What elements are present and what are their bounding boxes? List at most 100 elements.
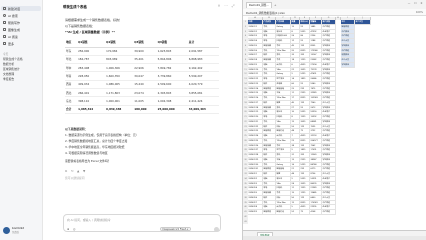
attach-icon[interactable]: ⊕	[67, 227, 69, 231]
model-selector[interactable]: Deepseek-V4 Flash ▾	[160, 226, 191, 231]
file-tab[interactable]: Demo01_销售...	[246, 1, 272, 8]
book-icon	[3, 35, 6, 38]
table-row: 东北 398,110 1,000,001 11,005 1,002,308 2,411,4…	[65, 96, 219, 106]
table-cell: 华中	[65, 63, 78, 73]
thumbs-down-icon[interactable]: ▼	[83, 170, 86, 173]
table-cell: 2,091,587	[187, 47, 219, 56]
assistant-message: 请根据需求生成一个销售数据表格，好的！	[65, 18, 123, 22]
table-total-row: 合计 1,985,322 6,839,438 180,000 25,000,000 34,…	[65, 105, 219, 114]
history-item[interactable]: 季度报告	[3, 77, 41, 81]
history-item[interactable]: 文档整理	[3, 72, 41, 76]
table-cell: 2,411,424	[187, 96, 219, 106]
send-button[interactable]	[214, 226, 219, 232]
sheet-cell[interactable]: 中产家庭	[322, 210, 336, 215]
table-cell: 4,020,779	[187, 80, 219, 90]
table-row: 华南 228,950 1,600,350 30,047 3,739,860 5,599,2…	[65, 71, 219, 81]
table-cell: 1,600,350	[105, 71, 134, 81]
table-cell: 34,009,463	[187, 105, 219, 114]
history-item[interactable]: 数据分析	[3, 62, 41, 66]
sheet-cell[interactable]: 79	[300, 210, 310, 215]
table-cell: 409,934	[77, 80, 106, 90]
table-cell: 23,074	[133, 88, 157, 98]
column-header: 地区	[65, 38, 78, 48]
web-icon[interactable]: ◎	[73, 227, 75, 231]
sidebar-item-image-gen[interactable]: 图像生成	[3, 27, 20, 32]
table-cell: 256,900	[77, 47, 106, 56]
sidebar-item-more[interactable]: 更多	[3, 41, 14, 46]
chat-input[interactable]: 向 AI 提问，或输入 / 调用快捷指令	[67, 218, 111, 222]
table-cell: 1,006,306	[105, 63, 134, 73]
table-cell: 3,739,860	[156, 71, 188, 81]
table-cell: 283,408	[77, 63, 106, 73]
copy-icon[interactable]: ⧉	[65, 170, 68, 173]
sidebar-item-ai-reading[interactable]: AI 阅读	[3, 34, 18, 39]
table-cell: 6,839,438	[105, 105, 134, 114]
image-icon	[3, 28, 6, 31]
thumbs-up-icon[interactable]: ▲	[77, 170, 80, 173]
table-row: 华东 256,900 170,984 39,900 1,623,803 2,091,587	[65, 47, 219, 56]
note-line: 3. 华中地区全年销售额最高，华东地区相对较低	[65, 145, 125, 149]
table-header-row: 地区 Q1销售 Q2销售 Q3销售 Q4销售 总计	[65, 38, 219, 48]
refresh-icon[interactable]: ↻	[71, 170, 74, 173]
status-bar	[243, 236, 426, 240]
table-row: 西南 409,934 1,086,005 15,240 2,509,600 4,020,7…	[65, 80, 219, 90]
column-header: 总计	[187, 38, 219, 48]
window-tab-bar: Demo01_销售... + — ☐ ✕	[243, 0, 426, 9]
table-cell: 西北	[65, 88, 78, 98]
page-title: 帮我生成个表格	[63, 5, 87, 9]
assistant-message: **AI 生成 / 区域销售数据（示例）**	[65, 30, 115, 34]
assistant-message: 以下是销售数据表格：	[65, 24, 96, 28]
table-cell: 11,005	[133, 96, 157, 106]
table-cell: 5,844,806	[156, 55, 188, 65]
window-controls[interactable]: — ☐ ✕	[408, 2, 424, 5]
user-profile[interactable]: bomblkd 免费版	[3, 226, 24, 234]
more-icon[interactable]: ⋯	[224, 4, 228, 8]
sales-table: 地区 Q1销售 Q2销售 Q3销售 Q4销售 总计 华东 256,900 170,9…	[65, 38, 219, 114]
sheet-cell[interactable]: 智能家居	[263, 210, 276, 215]
side-header-cell[interactable]: 客户类型	[355, 20, 371, 25]
table-row: 华中 283,408 1,006,306 22,906 7,849,782 9,162,4…	[65, 63, 219, 73]
file-name: Demo01_销售数据表格(1).xlsx	[246, 10, 285, 15]
new-tab-icon[interactable]: +	[274, 3, 277, 7]
sheet-cell[interactable]: 2024/2/9	[248, 210, 263, 215]
sheet-cell[interactable]: 智能灯泡	[276, 210, 291, 215]
table-cell: 1,623,803	[156, 47, 188, 56]
sidebar-item-label: AI 搜索	[8, 13, 18, 18]
table-cell: 1,171,803	[105, 88, 134, 98]
table-cell: 华南	[65, 71, 78, 81]
table-cell: 7,849,782	[156, 63, 188, 73]
table-cell: 15,240	[133, 80, 157, 90]
table-cell: 1,086,005	[105, 80, 134, 90]
sidebar-item-ai-search[interactable]: AI 搜索	[3, 13, 18, 18]
chat-input-box[interactable]: 向 AI 提问，或输入 / 调用快捷指令 ⊕ ◎ Deepseek-V4 Fla…	[63, 214, 221, 232]
side-cell[interactable]: 学生群体	[341, 62, 355, 68]
column-header: Q1销售	[77, 38, 106, 48]
notes-heading: 以下是数据说明：	[65, 127, 88, 131]
sidebar-item-new-chat[interactable]: 新建对话	[1, 6, 41, 11]
expand-icon[interactable]: ⤢	[231, 4, 235, 8]
message-actions: ⧉ ↻ ▲ ▼	[65, 170, 86, 173]
table-cell: 5,599,207	[187, 71, 219, 81]
sheet-cell[interactable]: 4108	[310, 210, 322, 215]
table-cell: 398,110	[77, 96, 106, 106]
table-row: 华北 184,787 803,989 35,401 5,844,806 6,868,983	[65, 55, 219, 65]
spreadsheet-window: Demo01_销售... + — ☐ ✕ Demo01_销售数据表格(1).xl…	[242, 0, 426, 240]
zoom-level[interactable]: 100%	[416, 11, 423, 14]
row-number[interactable]: 43	[243, 219, 248, 225]
followup-question: 需要我将表格导出为 Excel 文件吗？	[65, 159, 111, 163]
table-cell: 30,047	[133, 71, 157, 81]
history-item[interactable]: 区域销售统计	[3, 67, 41, 71]
table-cell: 3,855,081	[187, 88, 219, 98]
table-cell: 184,787	[77, 55, 106, 65]
share-icon[interactable]: ⇪	[217, 4, 221, 8]
table-cell: 2,393,803	[156, 88, 188, 98]
history-item[interactable]: 帮我生成个表格	[3, 57, 41, 61]
table-cell: 1,985,322	[77, 105, 106, 114]
sidebar-item-label: 图像生成	[8, 27, 21, 32]
user-plan: 免费版	[12, 231, 19, 234]
table-cell: 9,162,402	[187, 63, 219, 73]
note-line: 4. 可根据实际情况调整数值与地区	[65, 151, 108, 155]
sheet-cell[interactable]: 52	[291, 210, 300, 215]
column-header: Q4销售	[156, 38, 188, 48]
sidebar-item-writing[interactable]: 帮我写作	[3, 20, 20, 25]
